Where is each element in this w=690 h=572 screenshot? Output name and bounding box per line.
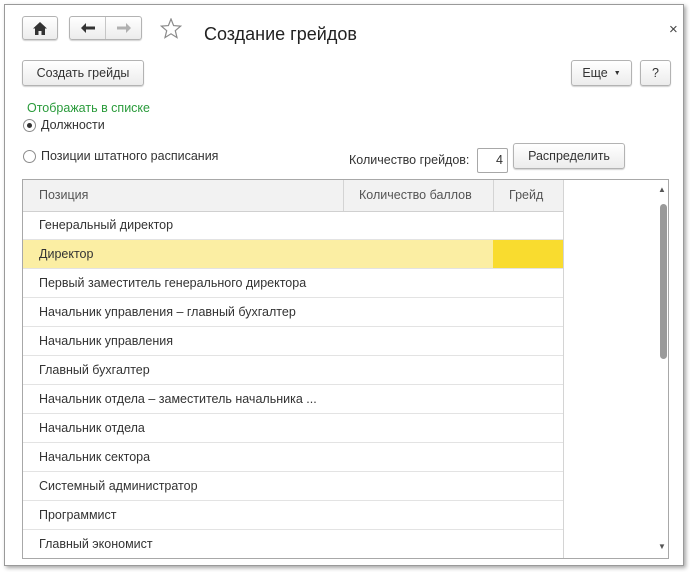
create-grades-button[interactable]: Создать грейды xyxy=(22,60,144,86)
table-row[interactable]: Начальник отдела xyxy=(23,414,563,443)
cell-position: Первый заместитель генерального директор… xyxy=(39,276,307,290)
cell-position: Генеральный директор xyxy=(39,218,174,232)
arrow-left-icon xyxy=(80,23,95,33)
scrollbar-thumb[interactable] xyxy=(660,204,667,359)
radio-positions[interactable]: Должности xyxy=(23,118,105,132)
column-divider xyxy=(563,180,564,558)
radio-positions-label: Должности xyxy=(41,118,105,132)
more-label: Еще xyxy=(582,66,608,80)
column-header-position[interactable]: Позиция xyxy=(39,180,88,211)
cell-position: Начальник управления xyxy=(39,334,173,348)
table-row[interactable]: Начальник управления – главный бухгалтер xyxy=(23,298,563,327)
radio-staff-positions[interactable]: Позиции штатного расписания xyxy=(23,149,218,163)
scroll-up-icon[interactable]: ▲ xyxy=(658,185,666,194)
table-row[interactable]: Программист xyxy=(23,501,563,530)
cell-position: Системный администратор xyxy=(39,479,198,493)
home-icon xyxy=(33,21,47,35)
table-row[interactable]: Главный экономист xyxy=(23,530,563,558)
forward-button[interactable] xyxy=(106,17,141,39)
cell-position: Директор xyxy=(39,247,94,261)
close-icon[interactable]: × xyxy=(669,21,678,38)
grade-count-label: Количество грейдов: xyxy=(349,153,470,167)
table-row[interactable]: Генеральный директор xyxy=(23,211,563,240)
help-button[interactable]: ? xyxy=(640,60,671,86)
column-header-grade[interactable]: Грейд xyxy=(509,180,543,211)
cell-position: Начальник отдела xyxy=(39,421,145,435)
column-divider xyxy=(493,180,494,211)
table-row[interactable]: Начальник отдела – заместитель начальник… xyxy=(23,385,563,414)
cell-position: Главный бухгалтер xyxy=(39,363,150,377)
column-header-points[interactable]: Количество баллов xyxy=(359,180,472,211)
table-row[interactable]: Начальник управления xyxy=(23,327,563,356)
cell-position: Начальник сектора xyxy=(39,450,151,464)
radio-button-checked[interactable] xyxy=(23,118,36,132)
positions-table: Позиция Количество баллов Грейд Генераль… xyxy=(22,179,669,559)
table-row[interactable]: Первый заместитель генерального директор… xyxy=(23,269,563,298)
table-row[interactable]: Главный бухгалтер xyxy=(23,356,563,385)
cell-grade[interactable] xyxy=(493,240,563,268)
table-header: Позиция Количество баллов Грейд xyxy=(23,180,563,212)
table-row[interactable]: Начальник сектора xyxy=(23,443,563,472)
more-button[interactable]: Еще ▼ xyxy=(571,60,632,86)
column-divider xyxy=(343,180,344,211)
home-button[interactable] xyxy=(22,16,58,40)
window: Создание грейдов × Создать грейды Еще ▼ … xyxy=(4,4,684,566)
grade-count-input[interactable]: 4 xyxy=(477,148,508,173)
star-icon[interactable] xyxy=(159,17,183,42)
vertical-scrollbar[interactable]: ▲ ▼ xyxy=(657,180,668,558)
page-title: Создание грейдов xyxy=(204,24,357,44)
cell-position: Главный экономист xyxy=(39,537,153,551)
table-row[interactable]: Системный администратор xyxy=(23,472,563,501)
distribute-button[interactable]: Распределить xyxy=(513,143,625,169)
arrow-right-icon xyxy=(116,23,131,33)
radio-button-unchecked[interactable] xyxy=(23,149,36,163)
display-section-label: Отображать в списке xyxy=(27,101,150,115)
back-button[interactable] xyxy=(70,17,106,39)
nav-buttons xyxy=(69,16,142,40)
chevron-down-icon: ▼ xyxy=(613,69,621,77)
scroll-down-icon[interactable]: ▼ xyxy=(658,542,666,551)
table-row[interactable]: Директор xyxy=(23,240,563,269)
cell-position: Начальник управления – главный бухгалтер xyxy=(39,305,296,319)
radio-staff-label: Позиции штатного расписания xyxy=(41,149,219,163)
cell-position: Начальник отдела – заместитель начальник… xyxy=(39,392,317,406)
cell-position: Программист xyxy=(39,508,117,522)
